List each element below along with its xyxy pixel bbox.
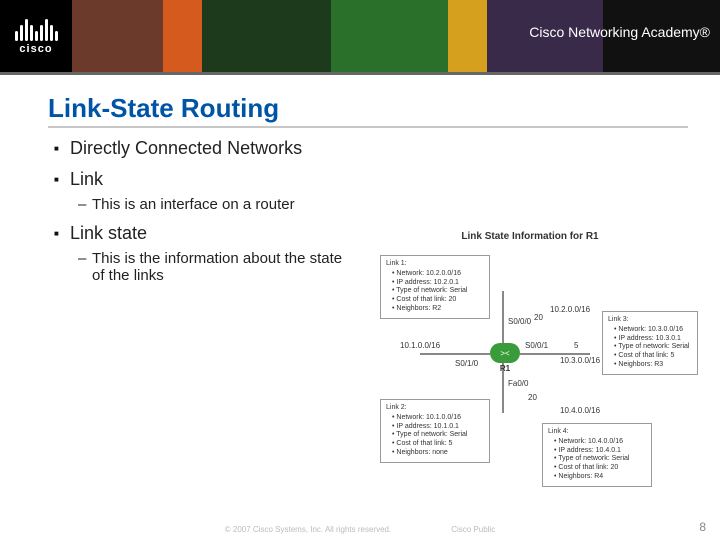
link-info-item: IP address: 10.2.0.1 — [392, 279, 484, 288]
net-label: 10.2.0.0/16 — [550, 305, 590, 314]
link-info-item: Neighbors: none — [392, 449, 484, 458]
bullet-subitem: This is the information about the state … — [78, 250, 348, 284]
link-info-item: Type of network: Serial — [614, 343, 692, 352]
link-info-item: Cost of that link: 5 — [392, 440, 484, 449]
net-label: 10.4.0.0/16 — [560, 406, 600, 415]
link-info-item: Neighbors: R4 — [554, 473, 646, 482]
link-info-box-2: Link 2: Network: 10.1.0.0/16 IP address:… — [380, 399, 490, 463]
linkstate-diagram: Link State Information for R1 >< R1 10.1… — [360, 231, 700, 511]
bullet-text: Link state — [70, 223, 147, 243]
cost-label: 20 — [528, 393, 537, 402]
link-line — [502, 291, 504, 343]
bullet-item: Link — [54, 169, 348, 190]
link-info-box-4: Link 4: Network: 10.4.0.0/16 IP address:… — [542, 423, 652, 487]
link-info-head: Link 4: — [548, 428, 646, 437]
link-line — [520, 353, 590, 355]
link-info-item: Cost of that link: 5 — [614, 352, 692, 361]
iface-label: Fa0/0 — [508, 379, 528, 388]
link-info-head: Link 3: — [608, 316, 692, 325]
cost-label: 20 — [534, 313, 543, 322]
bullet-list: Directly Connected Networks Link This is… — [48, 138, 348, 284]
bullet-text: Directly Connected Networks — [70, 138, 302, 158]
slide-title: Link-State Routing — [48, 93, 688, 128]
link-info-item: Network: 10.2.0.0/16 — [392, 270, 484, 279]
slide-content: Link-State Routing Directly Connected Ne… — [0, 75, 720, 284]
router-icon: >< R1 — [490, 343, 520, 363]
bullet-item: Directly Connected Networks — [54, 138, 348, 159]
iface-label: S0/1/0 — [455, 359, 478, 368]
bullet-text: This is an interface on a router — [92, 196, 295, 213]
link-info-item: Network: 10.1.0.0/16 — [392, 414, 484, 423]
link-info-item: IP address: 10.3.0.1 — [614, 335, 692, 344]
bullet-text: Link — [70, 169, 103, 189]
router-label: R1 — [500, 364, 510, 373]
link-info-item: Neighbors: R3 — [614, 361, 692, 370]
link-info-head: Link 2: — [386, 404, 484, 413]
footer-copyright: © 2007 Cisco Systems, Inc. All rights re… — [225, 525, 391, 534]
link-info-item: Cost of that link: 20 — [554, 464, 646, 473]
academy-label: Cisco Networking Academy® — [529, 24, 710, 40]
link-info-item: Type of network: Serial — [392, 431, 484, 440]
cisco-logo: cisco — [0, 0, 72, 72]
link-info-item: Network: 10.4.0.0/16 — [554, 438, 646, 447]
link-info-item: IP address: 10.4.0.1 — [554, 447, 646, 456]
link-info-item: Type of network: Serial — [554, 455, 646, 464]
iface-label: S0/0/0 — [508, 317, 531, 326]
link-info-box-3: Link 3: Network: 10.3.0.0/16 IP address:… — [602, 311, 698, 375]
link-line — [420, 353, 490, 355]
link-info-head: Link 1: — [386, 260, 484, 269]
footer-audience: Cisco Public — [451, 525, 495, 534]
cost-label: 5 — [574, 341, 578, 350]
link-info-item: Neighbors: R2 — [392, 305, 484, 314]
link-info-item: Cost of that link: 20 — [392, 296, 484, 305]
link-info-item: Type of network: Serial — [392, 287, 484, 296]
net-label: 10.1.0.0/16 — [400, 341, 440, 350]
net-label: 10.3.0.0/16 — [560, 356, 600, 365]
diagram-title: Link State Information for R1 — [360, 231, 700, 242]
iface-label: S0/0/1 — [525, 341, 548, 350]
footer: © 2007 Cisco Systems, Inc. All rights re… — [0, 525, 720, 534]
link-info-item: IP address: 10.1.0.1 — [392, 423, 484, 432]
cisco-logo-bars-icon — [15, 17, 58, 41]
header-bar: cisco Cisco Networking Academy® — [0, 0, 720, 72]
bullet-text: This is the information about the state … — [92, 250, 342, 284]
cisco-logo-text: cisco — [19, 43, 52, 55]
bullet-subitem: This is an interface on a router — [78, 196, 348, 213]
page-number: 8 — [699, 520, 706, 534]
link-info-box-1: Link 1: Network: 10.2.0.0/16 IP address:… — [380, 255, 490, 319]
link-info-item: Network: 10.3.0.0/16 — [614, 326, 692, 335]
bullet-item: Link state — [54, 223, 348, 244]
